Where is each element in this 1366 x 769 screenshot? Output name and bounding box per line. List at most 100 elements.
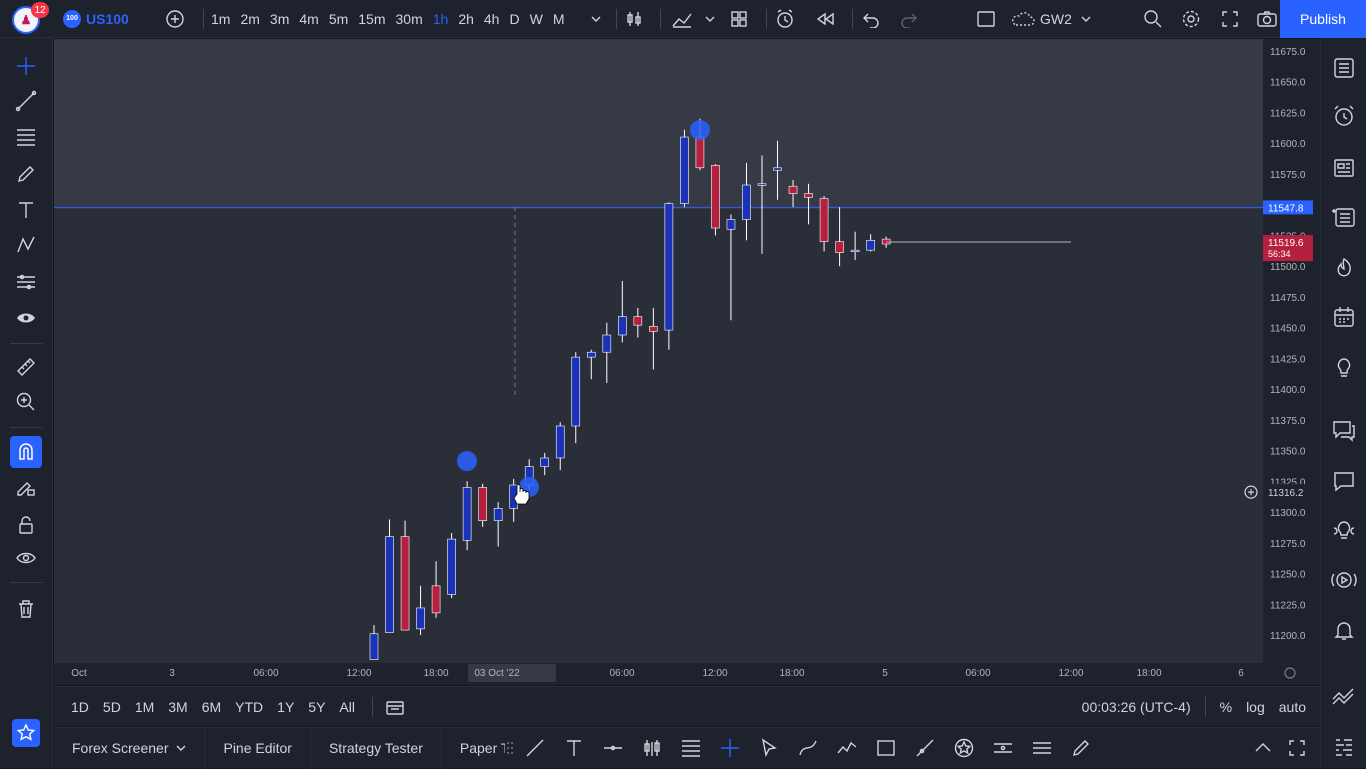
magnet-tool[interactable] [10, 436, 42, 468]
chart-pane[interactable]: 11675.011650.011625.011600.011575.011550… [54, 39, 1320, 685]
timeframe-1m[interactable]: 1m [206, 11, 235, 27]
zoom-tool[interactable] [10, 386, 42, 418]
help-button[interactable] [1328, 514, 1360, 546]
go-to-date-button[interactable] [383, 687, 407, 727]
timeframe-5m[interactable]: 5m [324, 11, 353, 27]
hide-drawings-tool[interactable] [10, 542, 42, 574]
collapse-panel-button[interactable] [1254, 740, 1272, 757]
fav-crosshair[interactable] [710, 730, 749, 766]
price-chart[interactable]: 11675.011650.011625.011600.011575.011550… [54, 39, 1320, 685]
fav-path[interactable] [827, 730, 866, 766]
range-all[interactable]: All [332, 699, 362, 715]
fav-long-position[interactable] [632, 730, 671, 766]
timeframe-15m[interactable]: 15m [353, 11, 390, 27]
range-ytd[interactable]: YTD [228, 699, 270, 715]
fav-horizontal-line[interactable] [593, 730, 632, 766]
publish-button[interactable]: Publish [1280, 0, 1366, 38]
timeframe-4m[interactable]: 4m [294, 11, 323, 27]
notifications-button[interactable] [1328, 614, 1360, 646]
fav-trend-line[interactable] [515, 730, 554, 766]
trend-line-tool[interactable] [10, 85, 42, 117]
tab-strategy-tester[interactable]: Strategy Tester [311, 727, 442, 769]
symbol-search-button[interactable]: 100 US100 [63, 0, 129, 38]
timeframe-dropdown[interactable] [588, 0, 604, 38]
fav-curve[interactable] [788, 730, 827, 766]
fav-cursor[interactable] [749, 730, 788, 766]
compare-symbol-button[interactable] [163, 0, 187, 38]
text-tool[interactable] [10, 194, 42, 226]
range-1y[interactable]: 1Y [270, 699, 301, 715]
measure-tool[interactable] [10, 351, 42, 383]
snapshot-button[interactable] [1254, 0, 1280, 38]
pitchfork-icon [1032, 742, 1051, 754]
range-6m[interactable]: 6M [195, 699, 228, 715]
fav-ray[interactable] [905, 730, 944, 766]
timeframe-4h[interactable]: 4h [479, 11, 505, 27]
fav-icon[interactable] [944, 730, 983, 766]
fav-brush[interactable] [1061, 730, 1100, 766]
range-1d[interactable]: 1D [64, 699, 96, 715]
range-1m[interactable]: 1M [128, 699, 161, 715]
redo-button[interactable] [898, 0, 920, 38]
lock-drawings-tool[interactable] [10, 509, 42, 541]
chart-type-button[interactable] [622, 0, 646, 38]
timeframe-d[interactable]: D [504, 11, 524, 27]
pattern-tool[interactable] [10, 229, 42, 261]
timeframe-1h[interactable]: 1h [428, 11, 454, 27]
range-5y[interactable]: 5Y [301, 699, 332, 715]
ideas-button[interactable] [1328, 352, 1360, 384]
timeframe-w[interactable]: W [525, 11, 548, 27]
timezone-clock[interactable]: 00:03:26 (UTC-4) [1082, 699, 1191, 715]
maximize-panel-button[interactable] [1288, 739, 1306, 760]
log-scale-toggle[interactable]: log [1246, 699, 1265, 715]
fav-fib[interactable] [671, 730, 710, 766]
streams-button[interactable] [1328, 564, 1360, 596]
tab-forex-screener[interactable]: Forex Screener [54, 727, 206, 769]
fav-rectangle[interactable] [866, 730, 905, 766]
drag-handle[interactable] [505, 738, 515, 758]
indicators-button[interactable] [668, 0, 696, 38]
calendar-button[interactable] [1328, 301, 1360, 333]
tab-pine-editor[interactable]: Pine Editor [205, 727, 311, 769]
alerts-button[interactable] [1328, 100, 1360, 132]
alert-button[interactable] [773, 0, 799, 38]
favorites-star-button[interactable] [12, 719, 40, 747]
brush-tool[interactable] [10, 158, 42, 190]
crosshair-tool[interactable] [10, 50, 42, 82]
range-3m[interactable]: 3M [161, 699, 194, 715]
layout-name-button[interactable]: GW2 [1010, 0, 1091, 38]
replay-button[interactable] [813, 0, 837, 38]
chats-button[interactable] [1328, 414, 1360, 446]
fullscreen-mode-button[interactable] [975, 0, 997, 38]
public-chats-button[interactable] [1328, 465, 1360, 497]
indicators-dropdown[interactable] [702, 0, 718, 38]
icons-tool[interactable] [10, 302, 42, 334]
timeframe-2h[interactable]: 2h [453, 11, 479, 27]
range-5d[interactable]: 5D [96, 699, 128, 715]
remove-drawings-tool[interactable] [10, 593, 42, 625]
search-button[interactable] [1141, 0, 1165, 38]
object-tree-button[interactable] [1328, 201, 1360, 233]
settings-button[interactable] [1179, 0, 1203, 38]
candle-body [742, 184, 751, 220]
fib-tool[interactable] [10, 121, 42, 153]
watchlist-button[interactable] [1328, 52, 1360, 84]
hotlists-button[interactable] [1328, 252, 1360, 284]
timeframe-2m[interactable]: 2m [235, 11, 264, 27]
fav-text[interactable] [554, 730, 593, 766]
stay-in-drawing-tool[interactable] [10, 471, 42, 503]
dom-button[interactable] [1328, 730, 1360, 762]
timeframe-30m[interactable]: 30m [391, 11, 428, 27]
prediction-tool[interactable] [10, 266, 42, 298]
fav-pitchfork[interactable] [1022, 730, 1061, 766]
layouts-button[interactable] [728, 0, 750, 38]
fav-regression[interactable] [983, 730, 1022, 766]
news-button[interactable] [1328, 152, 1360, 184]
auto-scale-toggle[interactable]: auto [1279, 699, 1306, 715]
percent-scale-toggle[interactable]: % [1220, 699, 1232, 715]
fullscreen-button[interactable] [1218, 0, 1242, 38]
undo-button[interactable] [860, 0, 882, 38]
timeframe-3m[interactable]: 3m [265, 11, 294, 27]
trading-panel-button[interactable] [1328, 679, 1360, 711]
timeframe-m[interactable]: M [548, 11, 570, 27]
